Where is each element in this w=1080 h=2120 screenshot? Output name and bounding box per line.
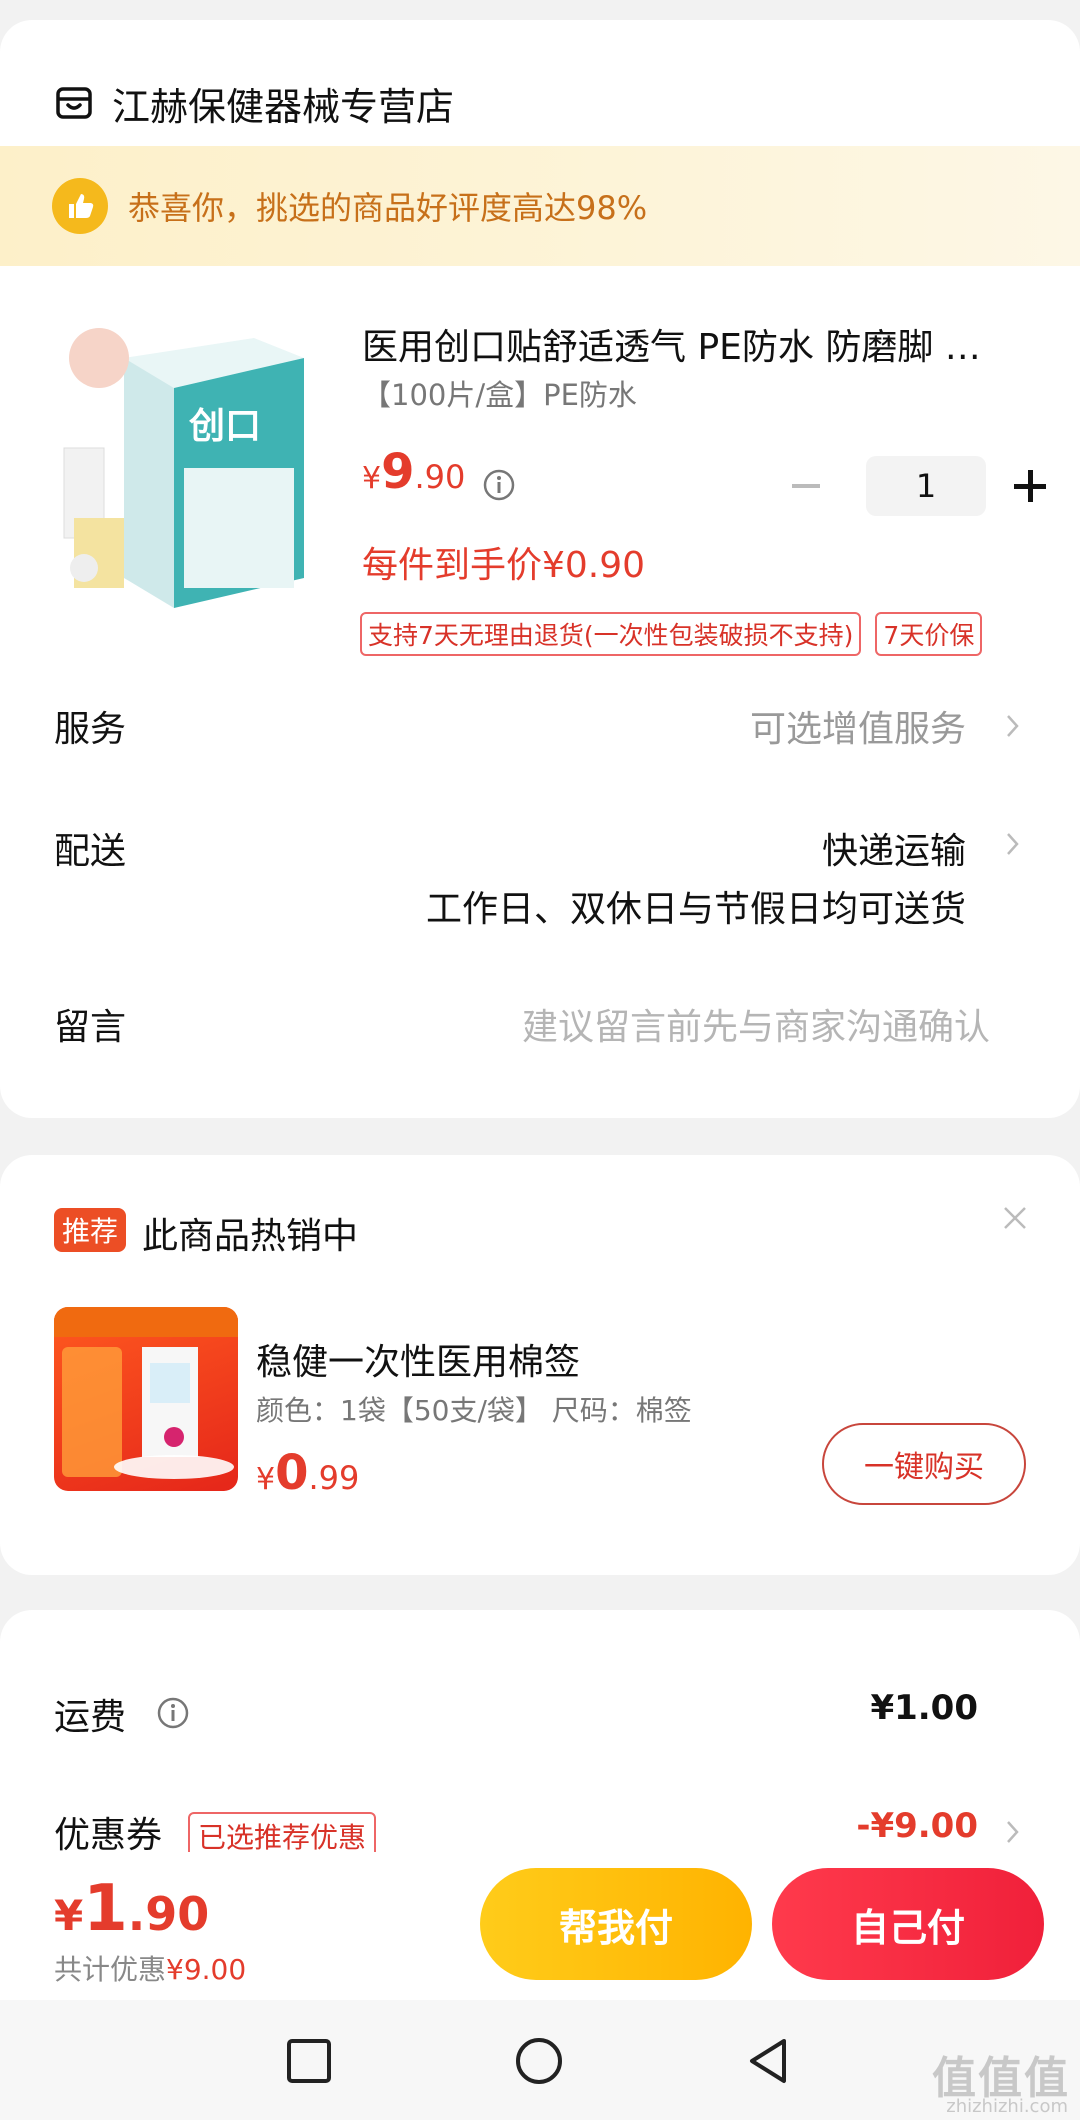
coupon-value[interactable]: -¥9.00	[856, 1806, 978, 1846]
recommend-product-spec: 颜色：1袋【50支/袋】 尺码：棉签	[256, 1394, 692, 1427]
total-price: ¥ 1 .90	[54, 1872, 209, 1946]
recommend-price-decimal: .99	[308, 1459, 360, 1497]
store-header[interactable]: 江赫保健器械专营店	[54, 58, 454, 148]
price-protect-tag: 7天价保	[875, 612, 983, 656]
recent-apps-icon[interactable]	[284, 2036, 334, 2086]
watermark-url: zhizhizhi.com	[946, 2096, 1068, 2117]
chevron-right-icon[interactable]	[1004, 830, 1022, 858]
pay-myself-button[interactable]: 自己付	[772, 1868, 1044, 1980]
product-title[interactable]: 医用创口贴舒适透气 PE防水 防磨脚 …	[362, 318, 1042, 370]
price-integer: 9	[381, 444, 415, 500]
help-me-pay-button[interactable]: 帮我付	[480, 1868, 752, 1980]
rating-banner: 恭喜你，挑选的商品好评度高达98%	[0, 146, 1080, 266]
delivery-label: 配送	[54, 831, 127, 872]
total-discount-prefix: 共计优惠	[54, 1953, 167, 1986]
quantity-stepper: 1	[786, 456, 1050, 516]
shipping-info-icon[interactable]	[156, 1696, 190, 1730]
final-unit-price: 每件到手价¥0.90	[362, 545, 646, 586]
recommend-product-price: ¥ 0 .99	[256, 1445, 359, 1501]
chevron-right-icon[interactable]	[1004, 712, 1022, 740]
product-image[interactable]: 创口	[54, 318, 314, 618]
delivery-value[interactable]: 快递运输	[822, 822, 966, 874]
one-click-buy-button[interactable]: 一键购买	[822, 1423, 1026, 1505]
store-icon	[56, 87, 92, 119]
home-icon[interactable]	[514, 2036, 564, 2086]
product-tags: 支持7天无理由退货(一次性包装破损不支持) 7天价保	[360, 612, 996, 656]
price-decimal: .90	[414, 458, 466, 496]
coupon-label: 优惠券	[54, 1815, 163, 1856]
recommend-badge: 推荐	[54, 1208, 127, 1252]
delivery-note: 工作日、双休日与节假日均可送货	[425, 889, 966, 930]
service-value[interactable]: 可选增值服务	[750, 700, 966, 752]
chevron-right-icon[interactable]	[1004, 1818, 1022, 1846]
price-currency: ¥	[362, 461, 382, 496]
return-policy-tag: 支持7天无理由退货(一次性包装破损不支持)	[360, 612, 862, 656]
svg-text:创口: 创口	[189, 406, 261, 447]
shipping-value: ¥1.00	[870, 1688, 978, 1728]
recommend-price-currency: ¥	[256, 1462, 276, 1497]
recommend-product-image[interactable]	[54, 1307, 238, 1491]
back-icon[interactable]	[744, 2036, 794, 2086]
total-integer: 1	[83, 1872, 128, 1946]
checkout-bar: ¥ 1 .90 共计优惠¥9.00 帮我付 自己付	[0, 1852, 1080, 2000]
price-info-icon[interactable]	[482, 468, 516, 502]
recommend-price-integer: 0	[275, 1445, 309, 1501]
message-input[interactable]: 建议留言前先与商家沟通确认	[522, 998, 990, 1050]
shipping-label: 运费	[54, 1697, 127, 1738]
quantity-value[interactable]: 1	[866, 456, 986, 516]
product-spec[interactable]: 【100片/盒】PE防水	[362, 372, 637, 414]
total-decimal: .90	[127, 1887, 210, 1941]
message-label: 留言	[54, 1007, 127, 1048]
recommend-card: 推荐 此商品热销中 稳健一次性医用棉签 颜色：1袋【50支/袋】 尺码：棉签 ¥…	[0, 1155, 1080, 1575]
recommend-product-name[interactable]: 稳健一次性医用棉签	[256, 1333, 580, 1385]
close-icon[interactable]	[1002, 1205, 1028, 1231]
total-discount-value: ¥9.00	[166, 1953, 247, 1986]
quantity-increase-button[interactable]	[1010, 466, 1050, 506]
rating-banner-text: 恭喜你，挑选的商品好评度高达98%	[128, 189, 648, 227]
quantity-decrease-button[interactable]	[786, 466, 826, 506]
service-label: 服务	[54, 709, 127, 750]
store-name: 江赫保健器械专营店	[112, 84, 455, 129]
recommend-title: 此商品热销中	[142, 1216, 359, 1257]
system-nav-bar	[0, 2000, 1080, 2120]
total-discount: 共计优惠¥9.00	[54, 1948, 246, 1988]
total-currency: ¥	[54, 1891, 84, 1940]
store-order-card: 江赫保健器械专营店 恭喜你，挑选的商品好评度高达98% 创口 医用创口贴舒适透气…	[0, 20, 1080, 1118]
product-price: ¥ 9 .90	[362, 444, 465, 500]
thumbs-up-icon	[52, 178, 108, 234]
